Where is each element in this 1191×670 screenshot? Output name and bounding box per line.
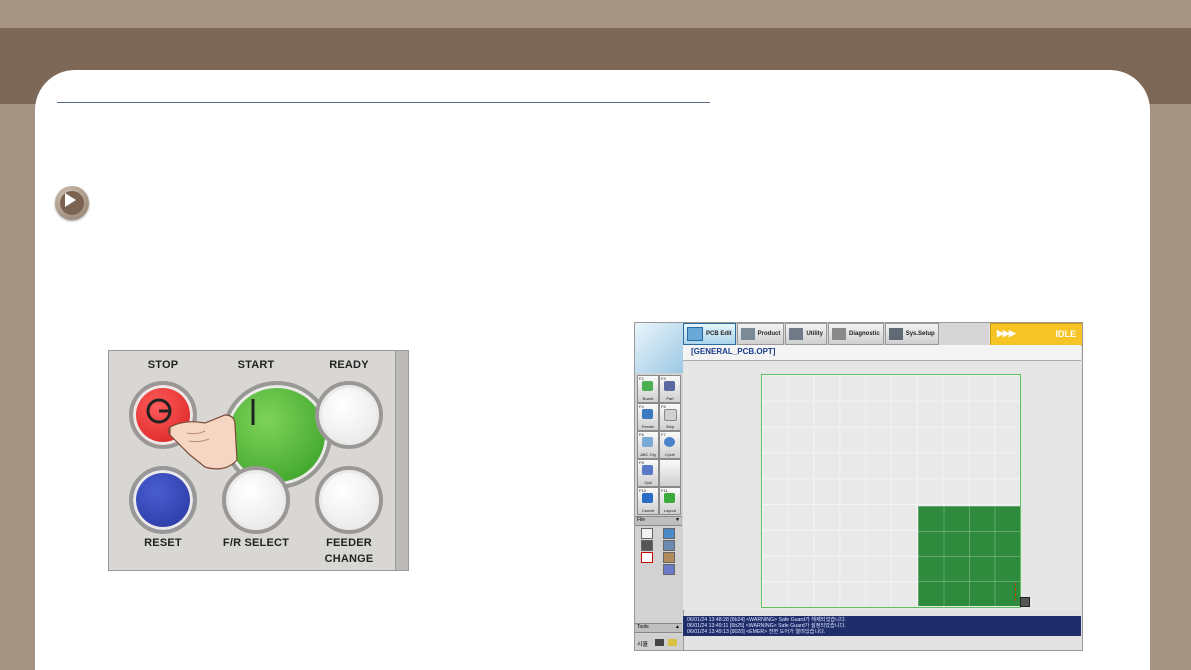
- ready-label: READY: [329, 359, 369, 371]
- file-section-header[interactable]: File ▼: [635, 516, 682, 526]
- tab-sys-setup[interactable]: Sys.Setup: [884, 323, 939, 345]
- machine-software-window: PCB Edit Product Utility Diagnostic Sys.…: [634, 322, 1083, 651]
- signal-icon[interactable]: [641, 552, 653, 563]
- status-indicator: ▶▶▶ IDLE: [990, 323, 1082, 346]
- message-log: 06/01/24 13:48:28 [6b24] <WARNING> Safe …: [683, 616, 1081, 636]
- abc-cfg-button[interactable]: F6 ABC Cfg: [637, 431, 659, 459]
- feeder-change-label-1: FEEDER: [326, 537, 372, 549]
- app-logo: [635, 323, 683, 373]
- cycle-icon: [664, 437, 675, 447]
- tab-diagnostic[interactable]: Diagnostic: [828, 323, 884, 345]
- abc-cfg-icon: [642, 437, 653, 447]
- ready-button[interactable]: [315, 381, 383, 449]
- pcb-component-block[interactable]: [918, 506, 1020, 606]
- diagnostic-icon: [832, 328, 847, 340]
- main-tabs: PCB Edit Product Utility Diagnostic Sys.…: [683, 323, 989, 345]
- empty-function-button[interactable]: [659, 459, 681, 487]
- origin-marker[interactable]: [1020, 597, 1030, 607]
- cancel-button[interactable]: F10 Cancel: [637, 487, 659, 515]
- log-line: 06/01/24 13:49:13 [8020] <EMER> 전면 도어가 열…: [687, 629, 826, 636]
- fr-select-label: F/R SELECT: [222, 537, 290, 549]
- open-folder-icon[interactable]: [663, 528, 675, 539]
- tab-utility[interactable]: Utility: [785, 323, 828, 345]
- save-icon[interactable]: [641, 540, 653, 551]
- board-icon: [642, 381, 653, 391]
- pointing-hand-icon: [168, 414, 238, 470]
- feeder-icon: [642, 409, 653, 419]
- cycle-button[interactable]: F7 Cycle: [659, 431, 681, 459]
- header-band-top: [0, 0, 1191, 28]
- tab-product[interactable]: Product: [736, 323, 785, 345]
- opti-icon: [642, 465, 653, 475]
- reset-label: RESET: [144, 537, 182, 549]
- part-icon: [664, 381, 675, 391]
- simulation-label[interactable]: 시뮬: [637, 639, 648, 648]
- pcb-canvas[interactable]: [683, 361, 1081, 610]
- layout-icon: [664, 493, 675, 503]
- reset-button[interactable]: [129, 466, 197, 534]
- part-button[interactable]: F3 Part: [659, 375, 681, 403]
- sys-setup-icon: [888, 328, 903, 340]
- step-button[interactable]: F5 Step: [659, 403, 681, 431]
- fr-select-button[interactable]: [222, 466, 290, 534]
- utility-icon: [789, 328, 804, 340]
- status-arrows-icon: ▶▶▶: [997, 328, 1016, 338]
- step-icon: [664, 409, 677, 421]
- file-name-bar: [GENERAL_PCB.OPT]: [683, 345, 1081, 361]
- new-file-icon[interactable]: [641, 528, 653, 539]
- operation-button-panel: STOP START READY RESET F/R SELECT FEEDER…: [108, 350, 409, 571]
- stop-label: STOP: [147, 359, 179, 371]
- opti-button[interactable]: F8 Opti: [637, 459, 659, 487]
- feeder-change-label-2: CHANGE: [324, 553, 374, 565]
- printer-icon[interactable]: [655, 639, 664, 646]
- tools-section-header[interactable]: Tools ▲: [635, 623, 682, 633]
- import-icon[interactable]: [663, 552, 675, 563]
- panel-edge: [395, 351, 408, 570]
- expand-icon: ▲: [675, 624, 680, 630]
- play-icon[interactable]: [55, 186, 89, 220]
- layout-button[interactable]: F11 Layout: [659, 487, 681, 515]
- board-button[interactable]: F2 Board: [637, 375, 659, 403]
- bottom-toolbar: 시뮬: [635, 635, 683, 650]
- lock-icon[interactable]: [668, 639, 677, 646]
- status-text: IDLE: [1055, 329, 1076, 339]
- cancel-icon: [642, 493, 653, 503]
- save-as-icon[interactable]: [663, 540, 675, 551]
- function-sidebar: F2 Board F3 Part F4 Feeder F5 Step F6 ABC Cfg…: [635, 373, 684, 650]
- feeder-button[interactable]: F4 Feeder: [637, 403, 659, 431]
- pcb-edit-icon: [687, 327, 703, 341]
- title-divider: [57, 102, 710, 103]
- file-name: [GENERAL_PCB.OPT]: [691, 347, 776, 356]
- feeder-change-button[interactable]: [315, 466, 383, 534]
- start-label: START: [237, 359, 275, 371]
- export-icon[interactable]: [663, 564, 675, 575]
- collapse-icon: ▼: [675, 517, 680, 523]
- product-icon: [740, 328, 755, 340]
- tab-pcb-edit[interactable]: PCB Edit: [683, 323, 736, 345]
